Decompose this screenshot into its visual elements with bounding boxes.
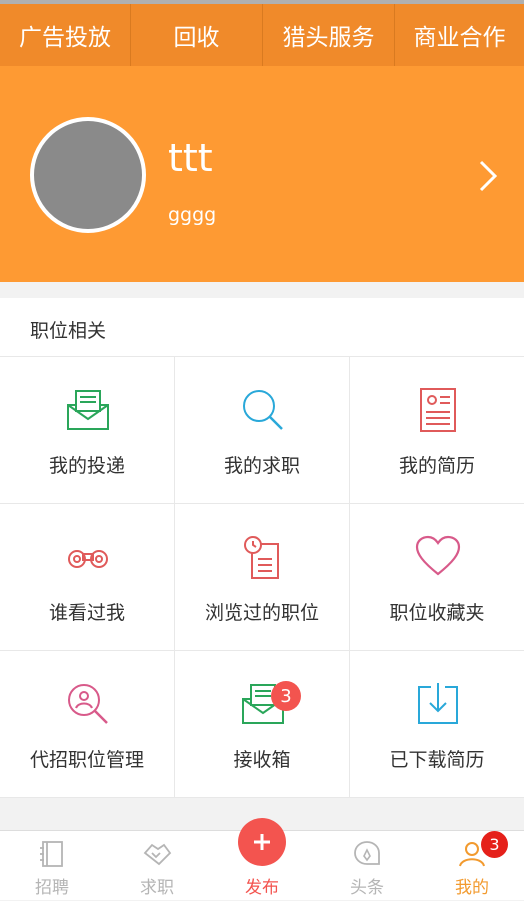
chevron-right-icon[interactable] bbox=[476, 158, 500, 194]
heart-icon bbox=[415, 535, 461, 576]
grid-item-viewed-jobs[interactable]: 浏览过的职位 bbox=[175, 504, 350, 651]
nav-label: 头条 bbox=[350, 878, 384, 898]
tab-recycle-label: 回收 bbox=[173, 25, 220, 51]
grid-item-label: 职位收藏夹 bbox=[389, 602, 485, 624]
inbox-badge: 3 bbox=[271, 681, 301, 711]
tab-ad[interactable]: 广告投放 bbox=[0, 4, 131, 66]
nav-recruit[interactable]: 招聘 bbox=[0, 831, 104, 901]
history-doc-icon bbox=[244, 536, 279, 579]
grid-item-label: 代招职位管理 bbox=[29, 749, 144, 771]
download-icon bbox=[418, 683, 458, 724]
binoculars-icon bbox=[68, 550, 108, 568]
resume-icon bbox=[420, 388, 456, 432]
grid-item-label: 接收箱 bbox=[233, 749, 291, 771]
grid-item-label: 浏览过的职位 bbox=[204, 602, 319, 624]
job-grid: 我的投递 我的求职 我的简历 谁看过我 浏览过的职位 职位收藏夹 代招职位管理 … bbox=[0, 356, 524, 798]
mine-badge: 3 bbox=[481, 831, 508, 858]
grid-item-my-applications[interactable]: 我的投递 bbox=[0, 357, 175, 504]
grid-item-inbox[interactable]: 3 接收箱 bbox=[175, 651, 350, 798]
handshake-icon bbox=[143, 843, 172, 866]
tab-headhunter-label: 猎头服务 bbox=[282, 25, 375, 51]
headline-icon bbox=[354, 841, 380, 865]
tab-business-label: 商业合作 bbox=[413, 25, 506, 51]
envelope-letter-icon bbox=[67, 390, 109, 430]
grid-item-job-favorites[interactable]: 职位收藏夹 bbox=[350, 504, 524, 651]
grid-item-label: 我的投递 bbox=[48, 455, 125, 477]
user-search-icon bbox=[68, 684, 108, 724]
grid-item-agency-jobs[interactable]: 代招职位管理 bbox=[0, 651, 175, 798]
tab-ad-label: 广告投放 bbox=[19, 25, 111, 51]
tab-headhunter[interactable]: 猎头服务 bbox=[263, 4, 395, 66]
nav-label: 我的 bbox=[455, 878, 489, 898]
profile-subtitle: gggg bbox=[168, 204, 217, 226]
grid-item-label: 谁看过我 bbox=[48, 602, 125, 624]
grid-item-label: 我的求职 bbox=[223, 455, 300, 477]
section-title: 职位相关 bbox=[30, 320, 107, 342]
avatar[interactable] bbox=[30, 117, 146, 233]
grid-item-who-viewed-me[interactable]: 谁看过我 bbox=[0, 504, 175, 651]
nav-headlines[interactable]: 头条 bbox=[315, 831, 419, 901]
tab-business[interactable]: 商业合作 bbox=[395, 4, 524, 66]
nav-label: 招聘 bbox=[35, 878, 69, 898]
grid-item-my-jobsearch[interactable]: 我的求职 bbox=[175, 357, 350, 504]
profile-name: ttt bbox=[168, 136, 213, 180]
nav-label: 发布 bbox=[245, 878, 279, 898]
top-tab-bar: 广告投放 回收 猎头服务 商业合作 bbox=[0, 0, 524, 66]
profile-header[interactable]: ttt gggg bbox=[0, 66, 524, 282]
nav-label: 求职 bbox=[140, 878, 174, 898]
nav-jobsearch[interactable]: 求职 bbox=[105, 831, 209, 901]
grid-item-my-resume[interactable]: 我的简历 bbox=[350, 357, 524, 504]
notebook-icon bbox=[40, 841, 63, 867]
grid-item-downloaded-resumes[interactable]: 已下载简历 bbox=[350, 651, 524, 798]
grid-item-label: 已下载简历 bbox=[389, 749, 485, 771]
search-icon bbox=[243, 390, 283, 430]
nav-mine[interactable]: 3 我的 bbox=[420, 831, 524, 901]
plus-icon bbox=[254, 834, 270, 850]
grid-item-label: 我的简历 bbox=[398, 455, 475, 477]
tab-recycle[interactable]: 回收 bbox=[131, 4, 263, 66]
job-panel: 职位相关 我的投递 我的求职 我的简历 谁看过我 浏览过的职位 职位收藏夹 代招… bbox=[0, 298, 524, 798]
publish-button[interactable] bbox=[238, 818, 286, 866]
